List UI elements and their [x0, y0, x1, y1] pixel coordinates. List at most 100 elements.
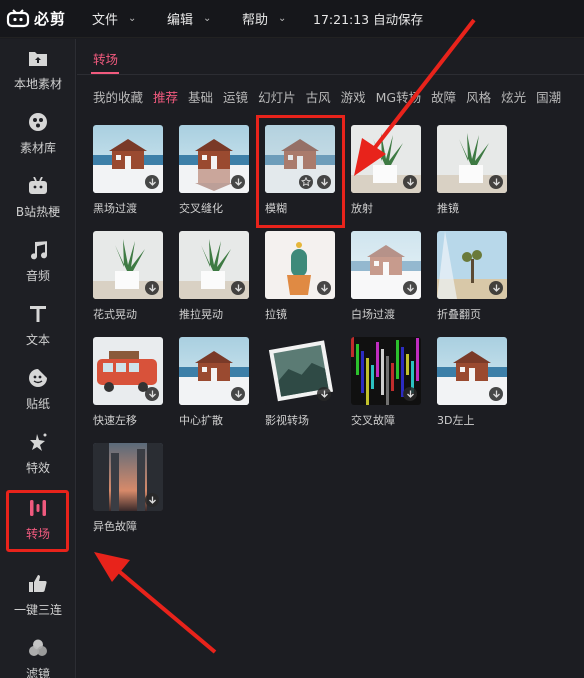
transition-thumbnail[interactable] — [93, 337, 163, 405]
sidebar-item-label: 贴纸 — [25, 396, 50, 411]
music-note-icon — [27, 239, 49, 261]
download-icon[interactable] — [403, 387, 417, 401]
folder-upload-icon — [27, 47, 49, 69]
top-bar: 必剪 文件 ⌄ 编辑 ⌄ 帮助 ⌄ 17:21:13 自动保存 — [0, 0, 584, 38]
transition-name: 异色故障 — [93, 520, 137, 533]
menu-edit-label: 编辑 — [167, 13, 194, 28]
transition-name: 黑场过渡 — [93, 202, 137, 215]
transition-name: 拉镜 — [265, 308, 287, 321]
transition-thumbnail[interactable] — [93, 443, 163, 511]
text-t-icon — [27, 303, 49, 325]
transition-tile[interactable]: 中心扩散 — [179, 337, 249, 428]
transition-thumbnail[interactable] — [351, 337, 421, 405]
transition-tile[interactable]: 花式晃动 — [93, 231, 163, 322]
download-icon[interactable] — [231, 387, 245, 401]
download-icon[interactable] — [489, 281, 503, 295]
menu-help[interactable]: 帮助 ⌄ — [232, 0, 307, 38]
transition-thumbnail[interactable] — [265, 231, 335, 299]
category-tab[interactable]: 基础 — [188, 87, 213, 106]
transition-thumbnail[interactable] — [179, 231, 249, 299]
sidebar-highlight-annotation — [6, 490, 69, 552]
sidebar-item-filters[interactable]: 滤镜 — [0, 629, 76, 678]
category-tab[interactable]: 推荐 — [153, 87, 178, 106]
download-icon[interactable] — [231, 175, 245, 189]
chevron-down-icon: ⌄ — [278, 13, 287, 24]
sidebar-item-label: 特效 — [25, 460, 50, 475]
transition-name: 白场过渡 — [351, 308, 395, 321]
category-tab[interactable]: 运镜 — [223, 87, 248, 106]
download-icon[interactable] — [145, 387, 159, 401]
annotation-arrow-top — [354, 18, 476, 176]
transition-name: 影视转场 — [265, 414, 309, 427]
download-icon[interactable] — [489, 387, 503, 401]
menu-file[interactable]: 文件 ⌄ — [82, 0, 157, 38]
panel-tab-transitions[interactable]: 转场 — [93, 49, 118, 68]
transition-tile[interactable]: 3D左上 — [437, 337, 507, 428]
transition-name: 花式晃动 — [93, 308, 137, 321]
category-tab[interactable]: 古风 — [306, 87, 331, 106]
transition-name: 推镜 — [437, 202, 459, 215]
filter-circles-icon — [27, 637, 49, 659]
transition-tile[interactable]: 折叠翻页 — [437, 231, 507, 322]
transition-tile[interactable]: 快速左移 — [93, 337, 163, 428]
menu-file-label: 文件 — [92, 13, 119, 28]
transition-thumbnail[interactable] — [437, 231, 507, 299]
sidebar-item-local-media[interactable]: 本地素材 — [0, 39, 76, 99]
sidebar-item-material-library[interactable]: 素材库 — [0, 103, 76, 163]
material-library-icon — [27, 111, 49, 133]
sidebar-item-label: 一键三连 — [13, 602, 62, 617]
bilibili-tv-icon — [27, 175, 49, 197]
sidebar-item-bilibili-memes[interactable]: B站热梗 — [0, 167, 76, 227]
panel-tab-indicator — [91, 72, 119, 74]
transition-tile[interactable]: 白场过渡 — [351, 231, 421, 322]
category-tab[interactable]: 我的收藏 — [93, 87, 143, 106]
category-tab[interactable]: 国潮 — [536, 87, 561, 106]
transition-thumbnail[interactable] — [265, 337, 335, 405]
sidebar-item-label: 文本 — [25, 332, 50, 347]
transition-thumbnail[interactable] — [179, 337, 249, 405]
annotation-arrow-bottom — [94, 552, 217, 654]
transition-tile[interactable]: 黑场过渡 — [93, 125, 163, 216]
download-icon[interactable] — [317, 387, 331, 401]
transition-tile[interactable]: 交叉故障 — [351, 337, 421, 428]
download-icon[interactable] — [145, 175, 159, 189]
transition-thumbnail[interactable] — [437, 337, 507, 405]
transition-tile[interactable]: 异色故障 — [93, 443, 163, 534]
chevron-down-icon: ⌄ — [203, 13, 212, 24]
logo-text: 必剪 — [34, 10, 67, 28]
sidebar-item-audio[interactable]: 音频 — [0, 231, 76, 291]
chevron-down-icon: ⌄ — [128, 13, 137, 24]
transition-tile[interactable]: 交叉缝化 — [179, 125, 249, 216]
transition-tile[interactable]: 拉镜 — [265, 231, 335, 322]
thumbs-up-icon — [27, 573, 49, 595]
transition-tile[interactable]: 推拉晃动 — [179, 231, 249, 322]
transition-name: 推拉晃动 — [179, 308, 223, 321]
download-icon[interactable] — [317, 281, 331, 295]
sidebar-item-text[interactable]: 文本 — [0, 295, 76, 355]
sidebar: 本地素材 素材库 B站热梗 音频 文本 贴纸 特效 转场 一键三连 滤镜 — [0, 39, 76, 678]
sidebar-item-label: 素材库 — [19, 140, 56, 155]
sidebar-item-effects[interactable]: 特效 — [0, 423, 76, 483]
transition-tile[interactable]: 影视转场 — [265, 337, 335, 428]
download-icon[interactable] — [145, 493, 159, 507]
panel-divider — [77, 74, 584, 75]
sparkle-star-icon — [27, 431, 49, 453]
menu-edit[interactable]: 编辑 ⌄ — [157, 0, 232, 38]
transition-thumbnail[interactable] — [179, 125, 249, 193]
sidebar-item-stickers[interactable]: 贴纸 — [0, 359, 76, 419]
transition-thumbnail[interactable] — [93, 125, 163, 193]
transition-name: 中心扩散 — [179, 414, 223, 427]
download-icon[interactable] — [145, 281, 159, 295]
sidebar-item-triple-like[interactable]: 一键三连 — [0, 565, 76, 625]
category-tab[interactable]: 炫光 — [501, 87, 526, 106]
category-tab[interactable]: 幻灯片 — [258, 87, 296, 106]
sidebar-item-label: 音频 — [25, 268, 50, 283]
transition-thumbnail[interactable] — [351, 231, 421, 299]
sidebar-item-label: 本地素材 — [13, 76, 62, 91]
download-icon[interactable] — [231, 281, 245, 295]
transition-thumbnail[interactable] — [93, 231, 163, 299]
download-icon[interactable] — [403, 281, 417, 295]
download-icon[interactable] — [489, 175, 503, 189]
sidebar-item-label: 滤镜 — [25, 666, 50, 678]
transition-name: 放射 — [351, 202, 373, 215]
